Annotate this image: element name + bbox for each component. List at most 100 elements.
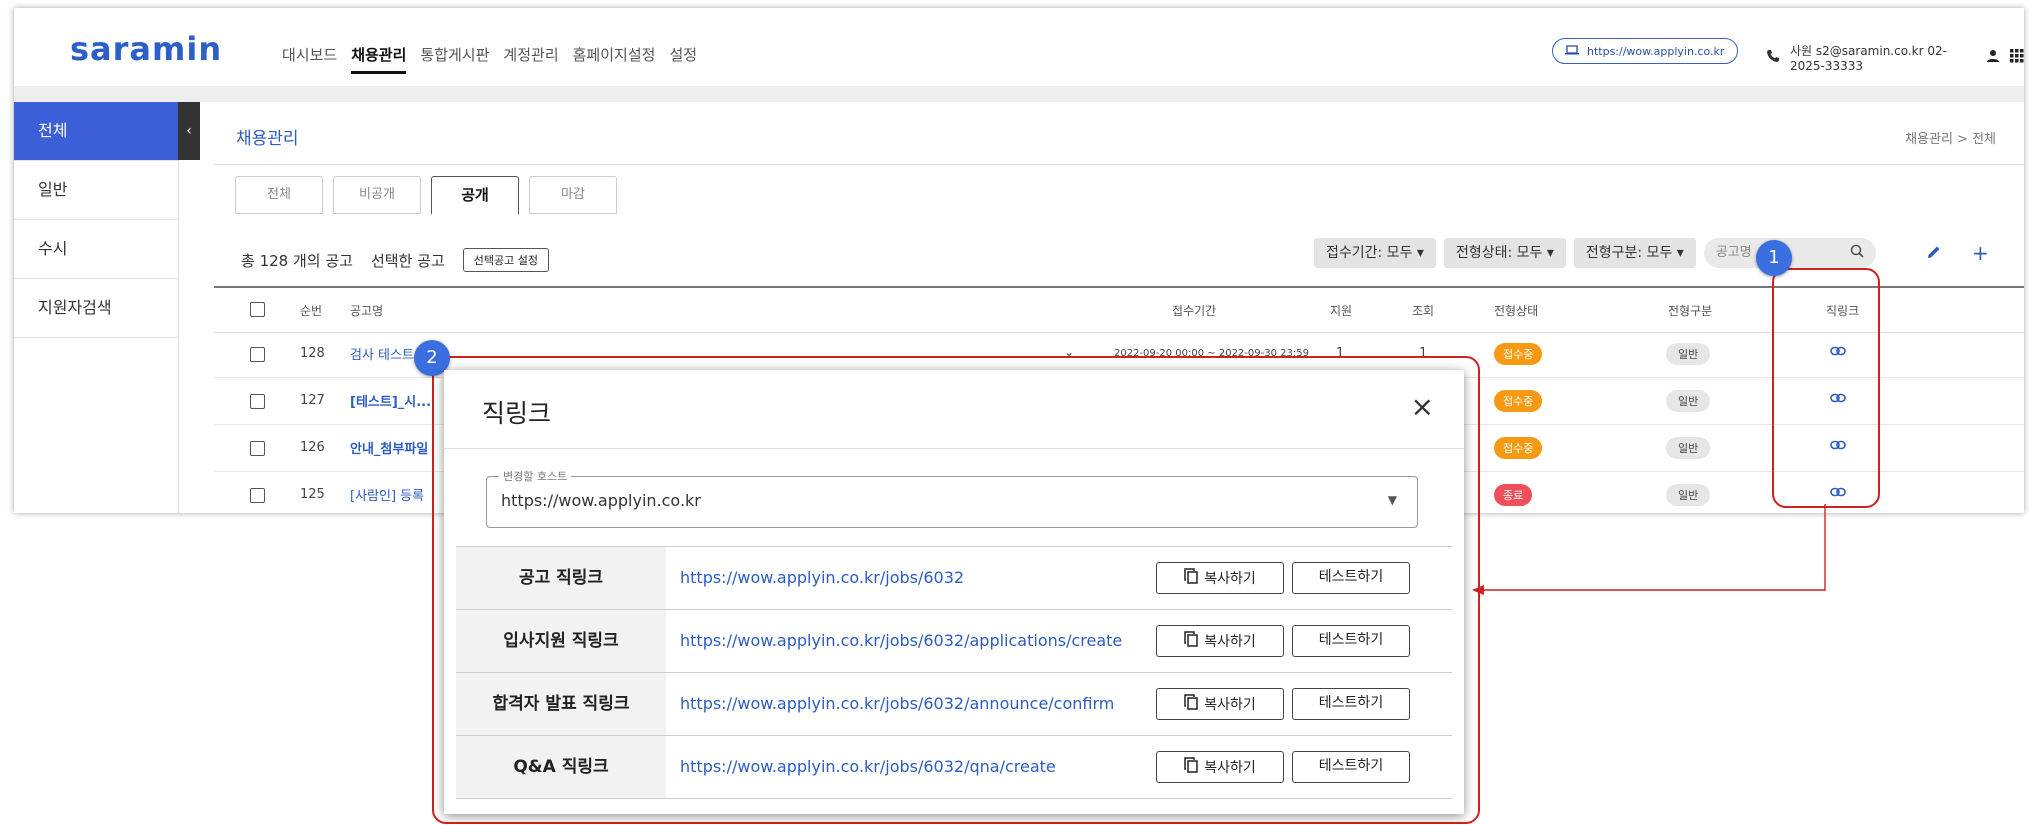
row-checkbox[interactable] (250, 441, 265, 456)
copy-icon (1184, 631, 1198, 651)
row-number: 125 (300, 487, 325, 502)
nav-settings[interactable]: 설정 (669, 44, 697, 74)
copy-button-label: 복사하기 (1204, 760, 1256, 776)
type-badge: 일반 (1666, 390, 1711, 412)
site-url-text: https://wow.applyin.co.kr (1587, 44, 1725, 58)
site-url-button[interactable]: https://wow.applyin.co.kr (1552, 38, 1738, 64)
host-select-label: 변경할 호스트 (499, 468, 572, 484)
row-checkbox[interactable] (250, 488, 265, 503)
row-title-link[interactable]: [사람인] 등록 (350, 485, 424, 504)
table-header: 순번 공고명 접수기간 지원 조회 전형상태 전형구분 직링크 (214, 286, 2024, 333)
type-badge: 일반 (1666, 437, 1711, 459)
type-badge-label: 일반 (1666, 484, 1711, 506)
test-button[interactable]: 테스트하기 (1292, 562, 1410, 594)
link-row-url[interactable]: https://wow.applyin.co.kr/jobs/6032/anno… (680, 673, 1114, 735)
sidebar-collapse-button[interactable]: ‹ (178, 102, 200, 160)
user-icon[interactable] (1986, 49, 2000, 66)
copy-button-label: 복사하기 (1204, 634, 1256, 650)
filter-type[interactable]: 전형구분: 모두 ▾ (1573, 238, 1696, 268)
test-button[interactable]: 테스트하기 (1292, 751, 1410, 783)
test-button[interactable]: 테스트하기 (1292, 625, 1410, 657)
phone-icon (1766, 49, 1780, 66)
link-row-label: 공고 직링크 (456, 547, 666, 609)
link-row-apply: 입사지원 직링크 https://wow.applyin.co.kr/jobs/… (456, 610, 1452, 673)
dropdown-arrow-icon[interactable]: ▼ (1388, 493, 1397, 507)
copy-button-label: 복사하기 (1204, 697, 1256, 713)
main-nav: 대시보드 채용관리 통합게시판 계정관리 홈페이지설정 설정 (282, 44, 697, 74)
tab-public[interactable]: 공개 (431, 176, 519, 215)
filter-status[interactable]: 전형상태: 모두 ▾ (1443, 238, 1566, 268)
test-button[interactable]: 테스트하기 (1292, 688, 1410, 720)
tab-closed[interactable]: 마감 (529, 176, 617, 214)
col-period: 접수기간 (1172, 304, 1217, 318)
status-badge-label: 접수중 (1494, 390, 1543, 412)
sidebar: 전체 일반 수시 지원자검색 (14, 102, 179, 513)
edit-pencil-icon[interactable] (1926, 238, 1942, 268)
laptop-icon (1565, 44, 1579, 58)
link-row-url[interactable]: https://wow.applyin.co.kr/jobs/6032/qna/… (680, 736, 1056, 798)
list-tools: + (1926, 238, 1989, 268)
link-row-job: 공고 직링크 https://wow.applyin.co.kr/jobs/60… (456, 547, 1452, 610)
link-row-url[interactable]: https://wow.applyin.co.kr/jobs/6032 (680, 547, 964, 609)
col-title: 공고명 (350, 304, 384, 318)
sidebar-item-all[interactable]: 전체 (14, 102, 178, 161)
copy-button[interactable]: 복사하기 (1156, 625, 1284, 657)
modal-divider (444, 448, 1464, 449)
copy-button[interactable]: 복사하기 (1156, 688, 1284, 720)
user-contact: 사원 s2@saramin.co.kr 02-2025-33333 (1766, 42, 2024, 73)
host-select[interactable]: 변경할 호스트 https://wow.applyin.co.kr ▼ (486, 468, 1418, 528)
tab-private[interactable]: 비공개 (333, 176, 421, 214)
sidebar-item-general[interactable]: 일반 (14, 161, 178, 220)
contact-text: 사원 s2@saramin.co.kr 02-2025-33333 (1790, 44, 1947, 73)
nav-accounts[interactable]: 계정관리 (503, 44, 558, 74)
copy-icon (1184, 694, 1198, 714)
modal-title: 직링크 (482, 399, 552, 428)
nav-dashboard[interactable]: 대시보드 (282, 44, 337, 74)
row-number: 127 (300, 393, 325, 408)
add-plus-icon[interactable]: + (1972, 238, 1989, 268)
copy-button-label: 복사하기 (1204, 571, 1256, 587)
callout-arrow-icon (1472, 504, 1826, 595)
title-divider (214, 164, 2024, 165)
summary-bar: 총 128 개의 공고 선택한 공고 선택공고 설정 (241, 248, 549, 272)
direct-link-modal: 직링크 × 변경할 호스트 https://wow.applyin.co.kr … (444, 370, 1464, 814)
close-icon[interactable]: × (1411, 390, 1434, 423)
col-views: 조회 (1412, 304, 1435, 318)
type-badge-label: 일반 (1666, 343, 1711, 365)
link-row-label: Q&A 직링크 (456, 736, 666, 798)
nav-homepage-settings[interactable]: 홈페이지설정 (573, 44, 656, 74)
status-badge: 접수중 (1494, 437, 1543, 459)
type-badge-label: 일반 (1666, 437, 1711, 459)
selected-settings-button[interactable]: 선택공고 설정 (462, 248, 549, 272)
direct-link-column-highlight (1772, 268, 1880, 508)
tab-all[interactable]: 전체 (235, 176, 323, 214)
link-row-url[interactable]: https://wow.applyin.co.kr/jobs/6032/appl… (680, 610, 1122, 672)
nav-recruitment[interactable]: 채용관리 (351, 44, 407, 74)
type-badge: 일반 (1666, 484, 1711, 506)
row-checkbox[interactable] (250, 347, 265, 362)
copy-icon (1184, 568, 1198, 588)
selected-label: 선택한 공고 (370, 251, 445, 270)
copy-button[interactable]: 복사하기 (1156, 562, 1284, 594)
row-title-link[interactable]: [테스트]_시... (350, 391, 431, 410)
type-badge: 일반 (1666, 343, 1711, 365)
status-badge-label: 종료 (1494, 484, 1533, 506)
status-badge: 접수중 (1494, 343, 1543, 365)
filter-period[interactable]: 접수기간: 모두 ▾ (1314, 238, 1436, 268)
status-badge-label: 접수중 (1494, 437, 1543, 459)
row-title-link[interactable]: 검사 테스트 (350, 344, 414, 363)
row-title-link[interactable]: 안내_첨부파일 (350, 438, 428, 457)
status-tabs: 전체 비공개 공개 마감 (235, 176, 617, 215)
sidebar-item-rolling[interactable]: 수시 (14, 220, 178, 279)
row-checkbox[interactable] (250, 394, 265, 409)
search-icon[interactable] (1850, 240, 1864, 270)
total-count: 총 128 개의 공고 (241, 251, 353, 270)
nav-board[interactable]: 통합게시판 (420, 44, 489, 74)
breadcrumb: 채용관리 > 전체 (1905, 132, 1996, 147)
copy-button[interactable]: 복사하기 (1156, 751, 1284, 783)
saramin-logo[interactable]: saramin (70, 30, 222, 68)
sidebar-item-applicant-search[interactable]: 지원자검색 (14, 279, 178, 338)
col-applied: 지원 (1330, 304, 1353, 318)
select-all-checkbox[interactable] (250, 302, 265, 317)
apps-grid-icon[interactable] (2010, 49, 2024, 66)
